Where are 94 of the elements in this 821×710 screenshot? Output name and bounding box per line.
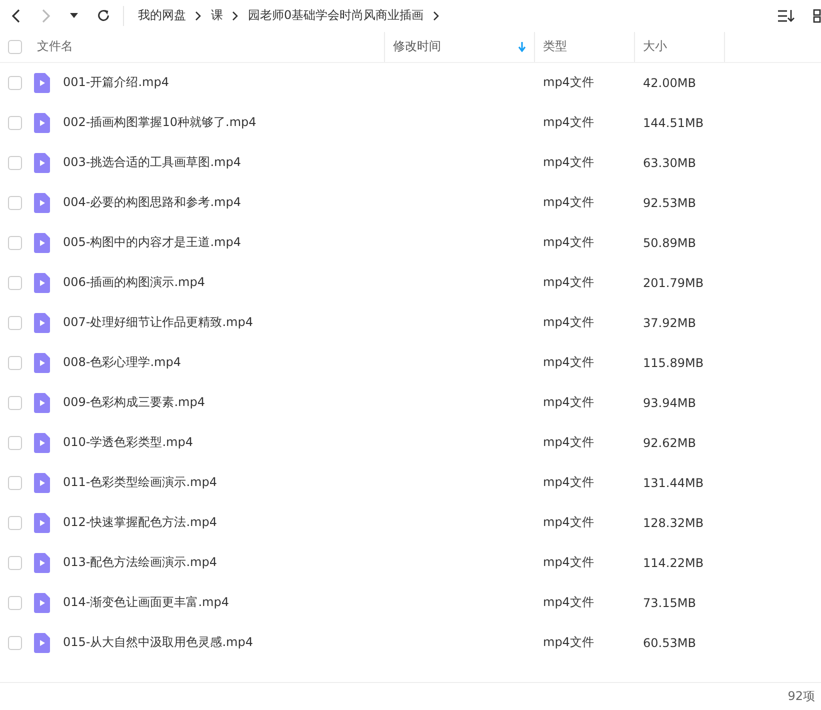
video-file-icon <box>34 552 50 573</box>
refresh-icon[interactable] <box>96 8 111 24</box>
sort-icon[interactable] <box>777 8 795 23</box>
forward-icon[interactable] <box>40 8 52 24</box>
video-file-icon <box>34 392 50 413</box>
file-size: 131.44MB <box>643 476 704 490</box>
video-file-icon <box>34 272 50 293</box>
row-checkbox[interactable] <box>8 236 22 250</box>
file-name[interactable]: 015-从大自然中汲取用色灵感.mp4 <box>63 634 253 652</box>
file-name[interactable]: 006-插画的构图演示.mp4 <box>63 274 205 292</box>
file-size: 115.89MB <box>643 356 704 370</box>
file-name[interactable]: 014-渐变色让画面更丰富.mp4 <box>63 594 229 612</box>
file-name[interactable]: 009-色彩构成三要素.mp4 <box>63 394 205 412</box>
row-checkbox[interactable] <box>8 556 22 570</box>
row-checkbox[interactable] <box>8 316 22 330</box>
column-header[interactable]: 修改时间 <box>393 38 441 56</box>
column-header[interactable]: 类型 <box>543 38 567 56</box>
video-file-icon <box>34 312 50 333</box>
select-all-checkbox[interactable] <box>8 40 22 54</box>
chevron-icon <box>432 10 439 21</box>
chevron-icon <box>232 10 238 21</box>
video-file-icon <box>34 72 50 93</box>
file-name[interactable]: 002-插画构图掌握10种就够了.mp4 <box>63 114 256 132</box>
file-size: 114.22MB <box>643 556 704 570</box>
file-size: 63.30MB <box>643 156 696 170</box>
item-count: 92项 <box>788 688 815 706</box>
breadcrumb-item[interactable]: 园老师0基础学会时尚风商业插画 <box>248 7 424 24</box>
file-size: 144.51MB <box>643 116 704 130</box>
file-name[interactable]: 011-色彩类型绘画演示.mp4 <box>63 474 217 492</box>
row-checkbox[interactable] <box>8 356 22 370</box>
row-checkbox[interactable] <box>8 436 22 450</box>
file-name[interactable]: 004-必要的构图思路和参考.mp4 <box>63 194 241 212</box>
breadcrumb-item[interactable]: 我的网盘 <box>138 7 186 24</box>
file-type: mp4文件 <box>543 114 594 132</box>
file-name[interactable]: 001-开篇介绍.mp4 <box>63 74 169 92</box>
file-type: mp4文件 <box>543 354 594 372</box>
row-checkbox[interactable] <box>8 156 22 170</box>
file-type: mp4文件 <box>543 234 594 252</box>
video-file-icon <box>34 632 50 653</box>
view-icon[interactable] <box>813 8 821 23</box>
file-size: 60.53MB <box>643 636 696 650</box>
video-file-icon <box>34 512 50 533</box>
file-size: 92.62MB <box>643 436 696 450</box>
file-type: mp4文件 <box>543 594 594 612</box>
file-size: 42.00MB <box>643 76 696 90</box>
video-file-icon <box>34 592 50 613</box>
chevron-icon <box>195 10 201 21</box>
row-checkbox[interactable] <box>8 596 22 610</box>
sort-arrow-icon[interactable] <box>518 42 526 52</box>
file-name[interactable]: 013-配色方法绘画演示.mp4 <box>63 554 217 572</box>
row-checkbox[interactable] <box>8 516 22 530</box>
file-type: mp4文件 <box>543 554 594 572</box>
back-icon[interactable] <box>10 8 22 24</box>
file-name[interactable]: 010-学透色彩类型.mp4 <box>63 434 193 452</box>
file-size: 93.94MB <box>643 396 696 410</box>
video-file-icon <box>34 232 50 253</box>
file-name[interactable]: 005-构图中的内容才是王道.mp4 <box>63 234 241 252</box>
file-type: mp4文件 <box>543 394 594 412</box>
video-file-icon <box>34 472 50 493</box>
video-file-icon <box>34 432 50 453</box>
row-checkbox[interactable] <box>8 196 22 210</box>
breadcrumb-item[interactable]: 课 <box>211 7 223 24</box>
file-type: mp4文件 <box>543 74 594 92</box>
column-header[interactable]: 文件名 <box>37 38 73 56</box>
file-type: mp4文件 <box>543 434 594 452</box>
file-size: 37.92MB <box>643 316 696 330</box>
file-size: 201.79MB <box>643 276 704 290</box>
row-checkbox[interactable] <box>8 636 22 650</box>
file-type: mp4文件 <box>543 474 594 492</box>
video-file-icon <box>34 112 50 133</box>
file-type: mp4文件 <box>543 194 594 212</box>
video-file-icon <box>34 352 50 373</box>
row-checkbox[interactable] <box>8 476 22 490</box>
video-file-icon <box>34 192 50 213</box>
file-type: mp4文件 <box>543 154 594 172</box>
file-type: mp4文件 <box>543 314 594 332</box>
row-checkbox[interactable] <box>8 76 22 90</box>
file-size: 50.89MB <box>643 236 696 250</box>
row-checkbox[interactable] <box>8 276 22 290</box>
row-checkbox[interactable] <box>8 116 22 130</box>
file-size: 73.15MB <box>643 596 696 610</box>
file-type: mp4文件 <box>543 634 594 652</box>
file-type: mp4文件 <box>543 514 594 532</box>
file-size: 92.53MB <box>643 196 696 210</box>
file-name[interactable]: 008-色彩心理学.mp4 <box>63 354 181 372</box>
video-file-icon <box>34 152 50 173</box>
file-name[interactable]: 012-快速掌握配色方法.mp4 <box>63 514 217 532</box>
file-type: mp4文件 <box>543 274 594 292</box>
column-header[interactable]: 大小 <box>643 38 667 56</box>
file-size: 128.32MB <box>643 516 704 530</box>
file-name[interactable]: 007-处理好细节让作品更精致.mp4 <box>63 314 253 332</box>
file-name[interactable]: 003-挑选合适的工具画草图.mp4 <box>63 154 241 172</box>
row-checkbox[interactable] <box>8 396 22 410</box>
dropdown-icon[interactable] <box>70 12 78 19</box>
